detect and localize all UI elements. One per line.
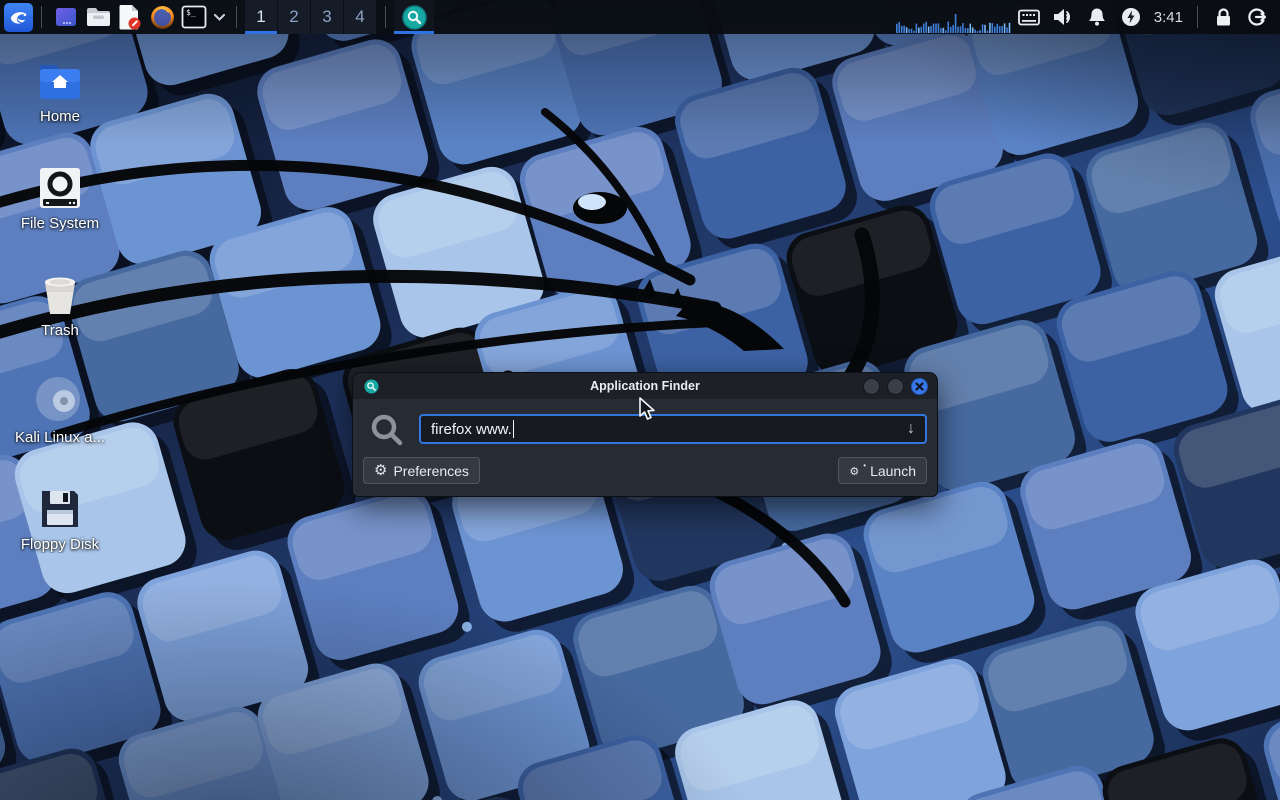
- desktop-icon-label: Trash: [12, 322, 108, 339]
- launch-label: Launch: [870, 463, 916, 479]
- file-manager-icon: [86, 6, 111, 28]
- workspace-label: 1: [256, 7, 265, 27]
- desktop-icon-kali-linux[interactable]: Kali Linux a...: [12, 373, 108, 446]
- panel-separator: [1197, 6, 1198, 28]
- launch-button[interactable]: ⚙ • Launch: [838, 457, 927, 484]
- launcher-dashboard[interactable]: [50, 0, 82, 34]
- desktop-root: Home File System Trash: [0, 0, 1280, 800]
- minimize-button[interactable]: [863, 378, 880, 395]
- application-finder-window: Application Finder firefox www. ↓: [352, 372, 938, 497]
- dashboard-window-icon: [54, 5, 78, 29]
- floppy-disk-icon: [12, 480, 108, 530]
- taskbar-application-finder[interactable]: [394, 0, 434, 34]
- desktop-icon-floppy-disk[interactable]: Floppy Disk: [12, 480, 108, 553]
- workspace-1[interactable]: 1: [245, 0, 277, 34]
- keyboard-indicator[interactable]: [1012, 0, 1046, 34]
- desktop-icon-label: Floppy Disk: [12, 536, 108, 553]
- preferences-button[interactable]: ⚙ Preferences: [363, 457, 480, 484]
- launcher-text-editor[interactable]: [114, 0, 146, 34]
- run-sparkle-icon: •: [863, 461, 866, 470]
- desktop-icon-label: Kali Linux a...: [12, 429, 108, 446]
- desktop-icon-label: Home: [12, 108, 108, 125]
- applications-menu-button[interactable]: [4, 3, 33, 32]
- kali-logo-icon: [8, 6, 30, 28]
- top-panel: $_ 1 2 3 4: [0, 0, 1280, 34]
- desktop-icon-trash[interactable]: Trash: [12, 266, 108, 339]
- terminal-icon: $_: [181, 5, 207, 29]
- power-battery-icon: [1121, 7, 1141, 27]
- chevron-down-icon: [214, 14, 225, 21]
- run-gear-icon: ⚙: [849, 467, 859, 478]
- keyboard-icon: [1018, 9, 1040, 26]
- logout-button[interactable]: [1240, 0, 1274, 34]
- panel-separator: [385, 6, 386, 28]
- history-dropdown-icon[interactable]: ↓: [907, 421, 915, 437]
- panel-separator: [41, 6, 42, 28]
- volume-icon: [1052, 7, 1074, 27]
- volume-control[interactable]: [1046, 0, 1080, 34]
- lock-icon: [1215, 7, 1232, 27]
- workspace-label: 4: [355, 7, 364, 27]
- terminal-dropdown-button[interactable]: [210, 0, 228, 34]
- desktop-icon-label: File System: [12, 215, 108, 232]
- desktop-icon-home[interactable]: Home: [12, 52, 108, 125]
- panel-separator: [236, 6, 237, 28]
- application-finder-icon: [402, 5, 427, 30]
- search-input[interactable]: firefox www. ↓: [419, 414, 927, 444]
- power-manager[interactable]: [1114, 0, 1148, 34]
- text-caret: [513, 420, 515, 438]
- removable-disc-icon: [12, 373, 108, 423]
- firefox-icon: [150, 5, 175, 30]
- launcher-firefox[interactable]: [146, 0, 178, 34]
- logout-icon: [1247, 7, 1267, 27]
- application-finder-icon: [364, 379, 379, 394]
- home-folder-icon: [12, 52, 108, 102]
- workspace-3[interactable]: 3: [311, 0, 343, 34]
- workspace-label: 2: [289, 7, 298, 27]
- gear-icon: ⚙: [374, 463, 387, 478]
- search-icon: [369, 412, 405, 448]
- notifications[interactable]: [1080, 0, 1114, 34]
- search-input-value: firefox www.: [431, 421, 512, 438]
- mouse-cursor: [637, 396, 659, 422]
- clock[interactable]: 3:41: [1148, 9, 1189, 26]
- hard-drive-icon: [12, 159, 108, 209]
- desktop-icon-file-system[interactable]: File System: [12, 159, 108, 232]
- active-task-indicator: [394, 31, 434, 34]
- bell-icon: [1088, 7, 1106, 27]
- workspace-label: 3: [322, 7, 331, 27]
- workspace-2[interactable]: 2: [278, 0, 310, 34]
- preferences-label: Preferences: [393, 463, 468, 479]
- trash-icon: [12, 266, 108, 316]
- text-editor-icon: [118, 4, 142, 30]
- svg-text:$_: $_: [186, 8, 196, 17]
- window-title: Application Finder: [353, 379, 937, 393]
- system-monitor-graph[interactable]: [894, 0, 1012, 34]
- launcher-file-manager[interactable]: [82, 0, 114, 34]
- lock-screen-button[interactable]: [1206, 0, 1240, 34]
- launcher-terminal[interactable]: $_: [178, 0, 210, 34]
- close-icon: [915, 382, 924, 391]
- active-workspace-indicator: [245, 31, 277, 34]
- close-button[interactable]: [911, 378, 928, 395]
- workspace-4[interactable]: 4: [344, 0, 376, 34]
- maximize-button[interactable]: [887, 378, 904, 395]
